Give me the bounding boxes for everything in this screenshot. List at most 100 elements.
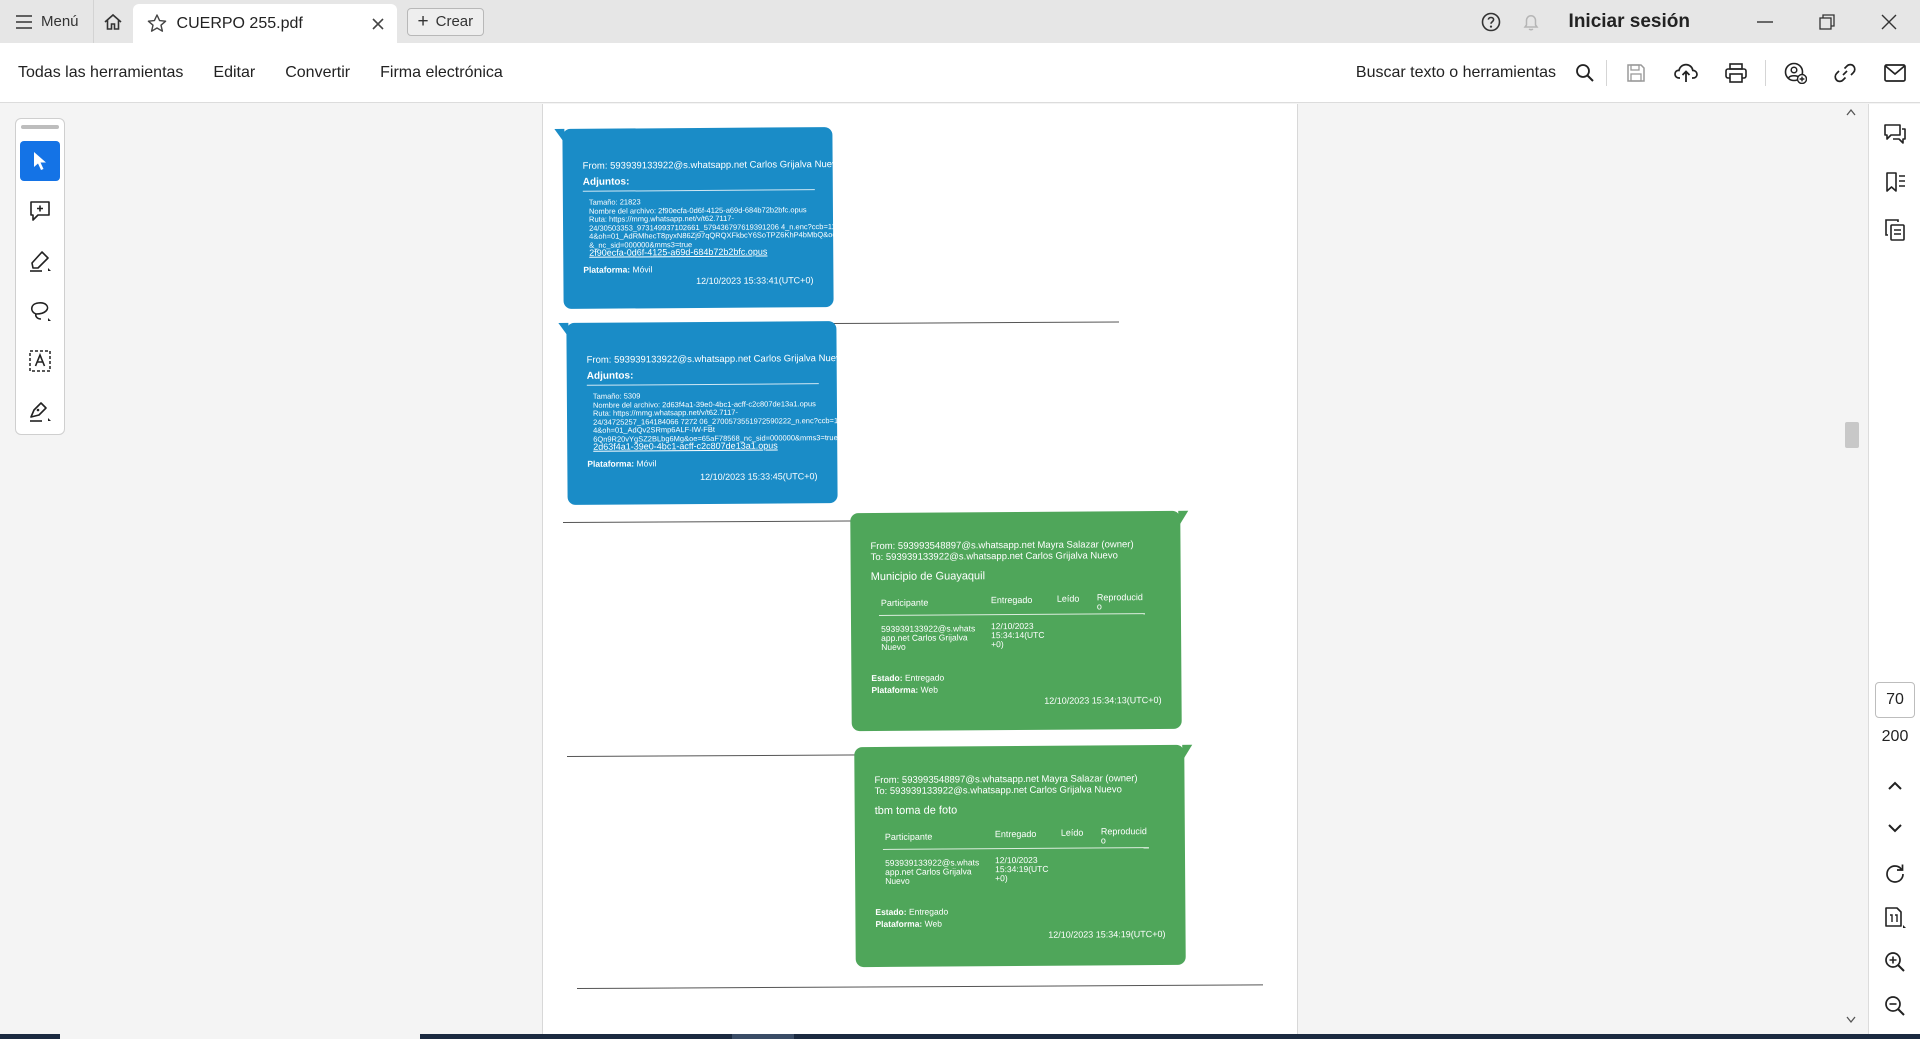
scroll-up-arrow-icon[interactable] (1846, 108, 1856, 116)
highlight-tool-button[interactable] (20, 241, 60, 281)
save-button[interactable] (1611, 43, 1661, 103)
document-viewport[interactable]: From: 593939133922@s.whatsapp.net Carlos… (0, 104, 1842, 1034)
message-status: Estado: Entregado (875, 907, 948, 918)
attachments-rule (582, 189, 815, 192)
print-icon (1725, 62, 1747, 83)
page-fit-icon (1885, 907, 1906, 928)
document-tab[interactable]: CUERPO 255.pdf (132, 4, 397, 43)
chevron-down-icon (1888, 824, 1902, 833)
sign-icon (30, 402, 51, 422)
bubble-tail (1178, 510, 1189, 527)
message-from: From: 593939133922@s.whatsapp.net Carlos… (586, 352, 847, 366)
document-scrollbar[interactable] (1842, 104, 1860, 1034)
platform-value: Móvil (636, 458, 657, 469)
zoom-out-icon (1885, 996, 1905, 1016)
platform-label: Plataforma: (583, 264, 631, 275)
attachment-link[interactable]: 2f90ecfa-0d6f-4125-a69d-684b72b2bfc.opus (589, 247, 767, 258)
menu-button[interactable]: Menú (0, 0, 93, 43)
total-pages: 200 (1881, 728, 1909, 745)
home-button[interactable] (92, 0, 133, 43)
share-icon (1784, 62, 1807, 84)
next-page-button[interactable] (1877, 810, 1913, 846)
separator-line (577, 984, 1263, 989)
message-to: To: 593939133922@s.whatsapp.net Carlos G… (874, 784, 1122, 798)
message-timestamp: 12/10/2023 15:33:41(UTC+0) (696, 275, 814, 287)
message-bubble: From: 593993548897@s.whatsapp.net Mayra … (850, 510, 1189, 732)
scrollbar-thumb[interactable] (1845, 422, 1859, 448)
window-close-button[interactable] (1858, 0, 1920, 43)
rotate-button[interactable] (1877, 856, 1913, 892)
zoom-out-button[interactable] (1877, 988, 1913, 1024)
cursor-icon (34, 152, 46, 170)
attachment-link[interactable]: 2d63f4a1-39e0-4bc1-acff-c2c807de13a1.opu… (593, 440, 778, 451)
col-played: Reproducid o (1100, 826, 1147, 846)
attachments-header: Adjuntos: (586, 370, 634, 382)
chevron-up-icon (1888, 781, 1902, 790)
search-icon (1576, 63, 1594, 82)
restore-icon (1819, 13, 1835, 30)
notifications-button[interactable] (1511, 0, 1551, 43)
menu-edit[interactable]: Editar (213, 64, 255, 82)
upload-button[interactable] (1661, 43, 1711, 103)
platform-label: Plataforma: (871, 684, 919, 696)
email-button[interactable] (1870, 43, 1920, 103)
pdf-page: From: 593939133922@s.whatsapp.net Carlos… (542, 104, 1298, 1034)
bookmarks-panel-button[interactable] (1877, 164, 1913, 200)
scroll-down-arrow-icon[interactable] (1846, 1016, 1856, 1024)
share-button[interactable] (1770, 43, 1820, 103)
help-button[interactable] (1471, 0, 1511, 43)
message-bubble: From: 593939133922@s.whatsapp.net Carlos… (554, 127, 877, 309)
menu-e-sign[interactable]: Firma electrónica (380, 64, 503, 82)
platform-value: Móvil (632, 264, 653, 275)
lasso-icon (30, 302, 51, 321)
create-button[interactable]: + Crear (406, 7, 485, 36)
home-icon (104, 13, 122, 30)
menu-convert[interactable]: Convertir (285, 64, 350, 82)
zoom-in-button[interactable] (1877, 944, 1913, 980)
minimize-button[interactable] (1734, 0, 1796, 43)
current-page-input[interactable]: 70 (1875, 682, 1915, 718)
signin-link[interactable]: Iniciar sesión (1569, 11, 1690, 33)
col-played: Reproducid o (1096, 592, 1143, 612)
select-tool-button[interactable] (20, 141, 60, 181)
print-button[interactable] (1711, 43, 1761, 103)
bubble-tail (558, 322, 569, 338)
star-icon[interactable] (147, 14, 167, 33)
col-read: Leído (1056, 593, 1080, 604)
separator-line (833, 321, 1120, 324)
row-participant: 593939133922@s.whats app.net Carlos Grij… (885, 857, 980, 886)
close-icon[interactable] (371, 17, 385, 31)
copy-link-button[interactable] (1820, 43, 1870, 103)
os-taskbar (0, 1034, 1920, 1039)
page-fit-button[interactable] (1877, 900, 1913, 936)
previous-page-button[interactable] (1877, 768, 1913, 804)
message-timestamp: 12/10/2023 15:34:19(UTC+0) (1048, 928, 1166, 940)
minimize-icon (1757, 20, 1773, 23)
add-comment-button[interactable] (20, 191, 60, 231)
draw-tool-button[interactable] (20, 291, 60, 331)
platform-label: Plataforma: (875, 918, 923, 930)
link-icon (1834, 63, 1856, 82)
comments-icon (1884, 124, 1906, 144)
search-button[interactable] (1568, 43, 1602, 103)
attachments-header: Adjuntos: (582, 176, 630, 188)
status-label: Estado: (871, 672, 903, 684)
pages-panel-button[interactable] (1877, 212, 1913, 248)
platform-value: Web (920, 684, 938, 695)
comments-panel-button[interactable] (1877, 116, 1913, 152)
message-to: To: 593939133922@s.whatsapp.net Carlos G… (870, 550, 1118, 564)
restore-button[interactable] (1796, 0, 1858, 43)
rail-grip[interactable] (21, 125, 59, 129)
pages-icon (1885, 219, 1905, 241)
row-delivered: 12/10/2023 15:34:14(UTC +0) (991, 620, 1045, 650)
sign-tool-button[interactable] (20, 391, 60, 431)
search-tools-label[interactable]: Buscar texto o herramientas (1356, 64, 1556, 82)
attachment-details: Tamaño: 21823 Nombre del archivo: 2f90ec… (588, 197, 877, 250)
text-tool-button[interactable] (20, 341, 60, 381)
menu-all-tools[interactable]: Todas las herramientas (18, 64, 183, 82)
zoom-in-icon (1885, 952, 1905, 972)
message-from: From: 593939133922@s.whatsapp.net Carlos… (582, 158, 843, 172)
message-bubble: From: 593993548897@s.whatsapp.net Mayra … (854, 744, 1193, 968)
taskbar-search-area[interactable] (60, 1034, 420, 1039)
taskbar-app-item[interactable] (732, 1034, 794, 1039)
